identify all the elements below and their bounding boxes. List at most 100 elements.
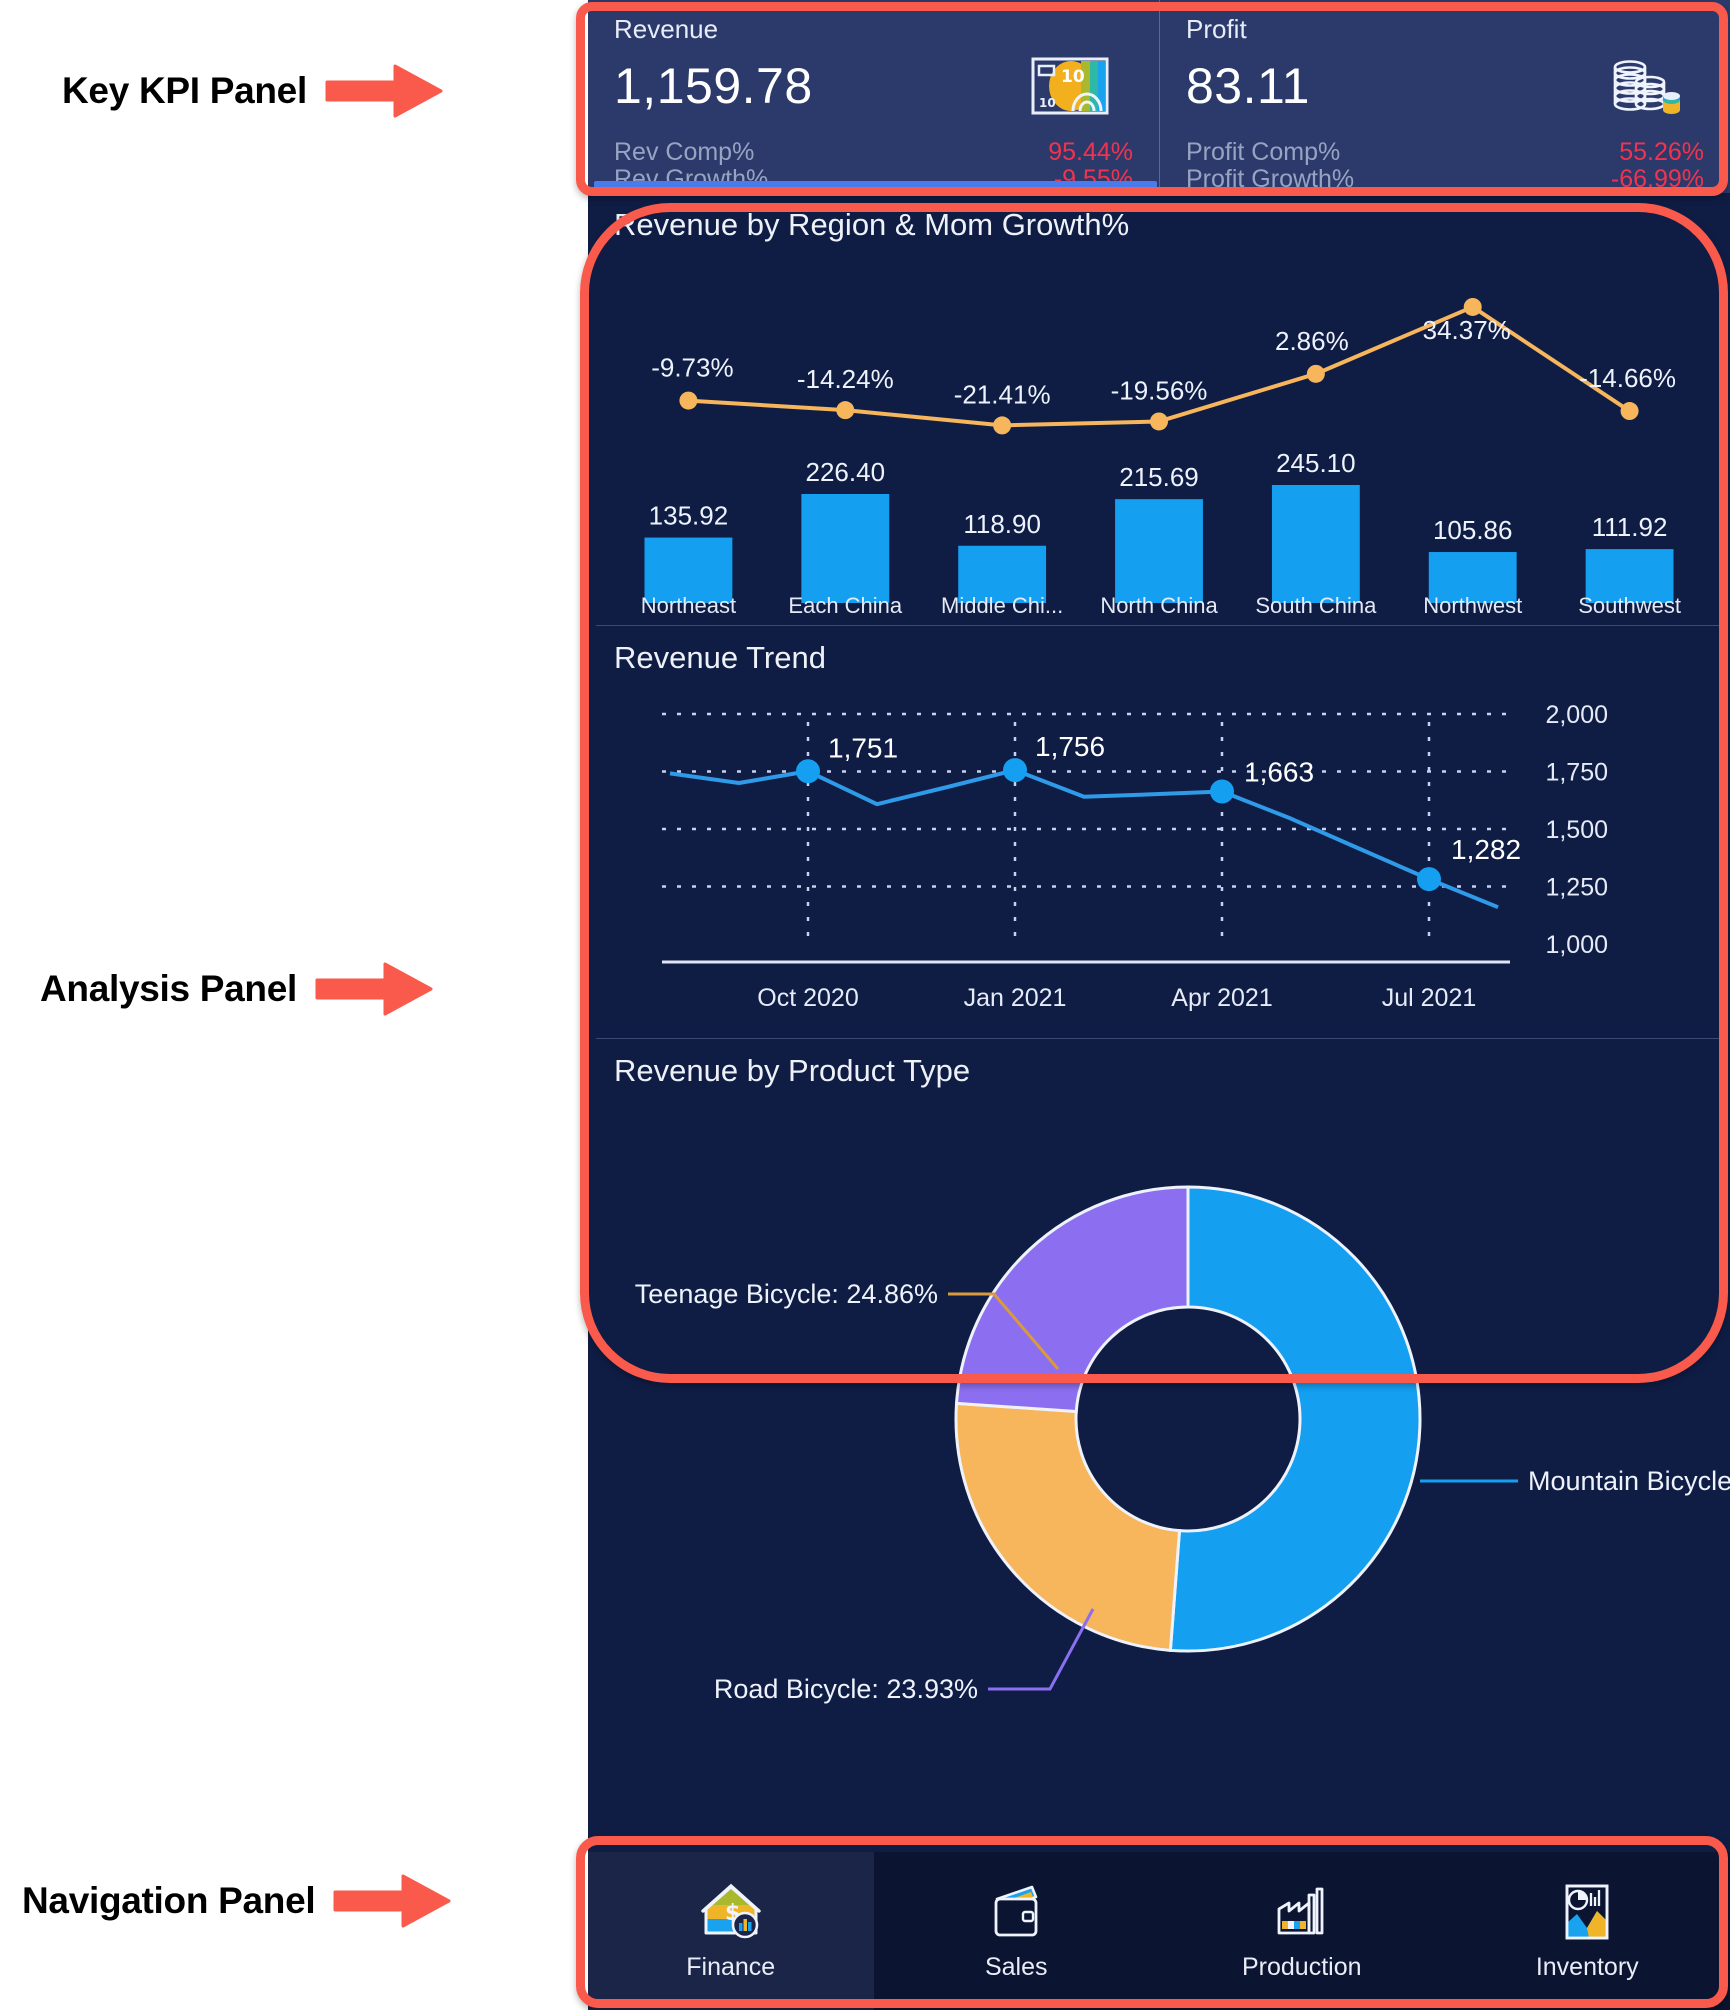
nav-item-label: Production <box>1241 1952 1362 1981</box>
trend-point-label: 1,663 <box>1244 757 1314 788</box>
nav-item-label: Inventory <box>1535 1952 1639 1981</box>
right-arrow-icon <box>333 1872 451 1930</box>
growth-value-label: -14.24% <box>797 364 894 394</box>
annotation-label: Navigation Panel <box>22 1880 316 1921</box>
bar-category-label: Southwest <box>1578 593 1681 618</box>
trend-point-label: 1,756 <box>1035 731 1105 762</box>
analysis-panel: Revenue by Region & Mom Growth% 135.92 22… <box>588 193 1730 1823</box>
donut-slice <box>954 1185 1190 1414</box>
report-chart-icon <box>1556 1881 1618 1943</box>
bar-category-label: Northeast <box>640 593 737 618</box>
kpi-title: Revenue <box>614 14 719 44</box>
key-kpi-panel: Revenue 1,159.78 10 10 Rev Comp% 95.44% … <box>588 0 1730 193</box>
y-axis-tick-label: 1,250 <box>1545 874 1608 902</box>
bar-chart-x-axis: Northeast Each China Middle Chi... North Ch… <box>588 593 1730 619</box>
bar-value-label: 226.40 <box>806 457 886 487</box>
dashboard-screen: Revenue 1,159.78 10 10 Rev Comp% 95.44% … <box>588 0 1730 2010</box>
kpi-metric-row: Profit Growth% -66.99% <box>1186 166 1704 193</box>
navigation-panel: $ Finance Sales Production Inventory <box>588 1852 1730 2010</box>
line-point <box>1463 297 1482 316</box>
donut-slice <box>954 1401 1182 1652</box>
y-axis-tick-label: 1,500 <box>1545 816 1608 844</box>
chart-title: Revenue by Region & Mom Growth% <box>614 207 1130 242</box>
bar-category-label: Each China <box>788 593 903 618</box>
chart-revenue-by-region[interactable]: Revenue by Region & Mom Growth% 135.92 22… <box>588 193 1730 625</box>
bar-value-label: 118.90 <box>963 509 1041 539</box>
kpi-metric-row: Profit Comp% 55.26% <box>1186 139 1704 166</box>
donut-chart-plot: Mountain Bicycle: 51.21% Teenage Bicycle:… <box>588 1089 1730 1789</box>
trend-point-label: 1,751 <box>828 732 898 763</box>
bar <box>801 494 890 603</box>
trend-point <box>1417 867 1441 892</box>
kpi-card-profit[interactable]: Profit 83.11 Profit Comp% 55.26% Profit … <box>1159 0 1730 193</box>
bar-value-label: 105.86 <box>1433 515 1513 545</box>
kpi-metric-value: 95.44% <box>1048 138 1133 166</box>
chart-revenue-trend[interactable]: Revenue Trend 1,000 1,250 1,500 1,750 2,000 O… <box>588 626 1730 1038</box>
bar-value-label: 215.69 <box>1119 462 1199 492</box>
growth-value-label: -19.56% <box>1111 375 1208 405</box>
y-axis-tick-label: 1,000 <box>1545 931 1608 959</box>
nav-item-finance[interactable]: $ Finance <box>588 1852 874 2010</box>
annotation-analysis-panel: Analysis Panel <box>40 960 433 1018</box>
bar-category-label: Northwest <box>1423 593 1523 618</box>
kpi-metric-row: Rev Comp% 95.44% <box>614 139 1133 166</box>
kpi-value: 83.11 <box>1186 58 1310 114</box>
combo-chart-plot: 135.92 226.40 118.90 215.69 245.10 105.86 111.… <box>588 243 1730 623</box>
donut-callout-label: Mountain Bicycle: 51.21% <box>1528 1466 1730 1496</box>
annotation-label: Analysis Panel <box>40 968 297 1009</box>
growth-value-label: -14.66% <box>1579 363 1676 393</box>
nav-item-label: Finance <box>686 1952 776 1981</box>
house-dollar-icon: $ <box>700 1881 762 1943</box>
factory-icon <box>1271 1881 1333 1943</box>
x-axis-tick-label: Jul 2021 <box>1382 984 1477 1012</box>
line-point <box>1306 364 1325 383</box>
right-arrow-icon <box>325 62 443 120</box>
nav-item-label: Sales <box>984 1952 1048 1981</box>
banknote-icon: 10 10 <box>1031 55 1109 117</box>
growth-value-label: -9.73% <box>651 353 733 383</box>
annotation-key-kpi-panel: Key KPI Panel <box>62 62 443 120</box>
donut-callout-label: Road Bicycle: 23.93% <box>714 1674 978 1704</box>
x-axis-tick-label: Apr 2021 <box>1171 984 1272 1012</box>
bar-category-label: South China <box>1255 593 1377 618</box>
trend-point-label: 1,282 <box>1451 834 1521 865</box>
bar <box>1115 499 1203 603</box>
bar-value-label: 135.92 <box>649 501 729 531</box>
bar-value-label: 111.92 <box>1592 512 1668 542</box>
x-axis-tick-label: Jan 2021 <box>964 984 1067 1012</box>
trend-point <box>1210 779 1234 804</box>
bar <box>1271 485 1360 603</box>
growth-value-label: 2.86% <box>1275 326 1349 356</box>
donut-callout-label: Teenage Bicycle: 24.86% <box>635 1279 938 1309</box>
y-axis-tick-label: 1,750 <box>1545 759 1608 787</box>
nav-item-production[interactable]: Production <box>1159 1852 1445 2010</box>
kpi-metric-value: -66.99% <box>1610 165 1704 193</box>
wallet-icon <box>985 1881 1047 1943</box>
line-point <box>993 416 1012 435</box>
trend-point <box>1003 758 1027 783</box>
nav-item-inventory[interactable]: Inventory <box>1445 1852 1730 2010</box>
kpi-metric-label: Rev Comp% <box>614 138 755 166</box>
svg-text:10: 10 <box>1039 96 1056 110</box>
donut-slice <box>1168 1185 1422 1653</box>
chart-title: Revenue by Product Type <box>614 1053 971 1088</box>
trend-chart-plot: 1,000 1,250 1,500 1,750 2,000 Oct 2020 Jan 202… <box>588 676 1730 1028</box>
kpi-metric-rows: Profit Comp% 55.26% Profit Growth% -66.9… <box>1186 139 1704 193</box>
bar-category-label: North China <box>1100 593 1218 618</box>
nav-item-sales[interactable]: Sales <box>874 1852 1160 2010</box>
kpi-metric-label: Profit Comp% <box>1186 138 1341 166</box>
line-point <box>1150 412 1168 431</box>
kpi-card-revenue[interactable]: Revenue 1,159.78 10 10 Rev Comp% 95.44% … <box>588 0 1159 193</box>
x-axis-tick-label: Oct 2020 <box>757 984 858 1012</box>
trend-point <box>796 759 820 784</box>
kpi-title: Profit <box>1186 14 1247 44</box>
kpi-value: 1,159.78 <box>614 58 813 114</box>
annotation-navigation-panel: Navigation Panel <box>22 1872 451 1930</box>
coin-stack-icon <box>1602 55 1680 117</box>
right-arrow-icon <box>315 960 433 1018</box>
growth-value-label: -21.41% <box>954 379 1051 409</box>
y-axis-tick-label: 2,000 <box>1545 701 1608 729</box>
bar-category-label: Middle Chi... <box>941 593 1064 618</box>
chart-revenue-by-product-type[interactable]: Revenue by Product Type Mountain Bicycle… <box>588 1039 1730 1799</box>
line-point <box>1620 402 1639 421</box>
